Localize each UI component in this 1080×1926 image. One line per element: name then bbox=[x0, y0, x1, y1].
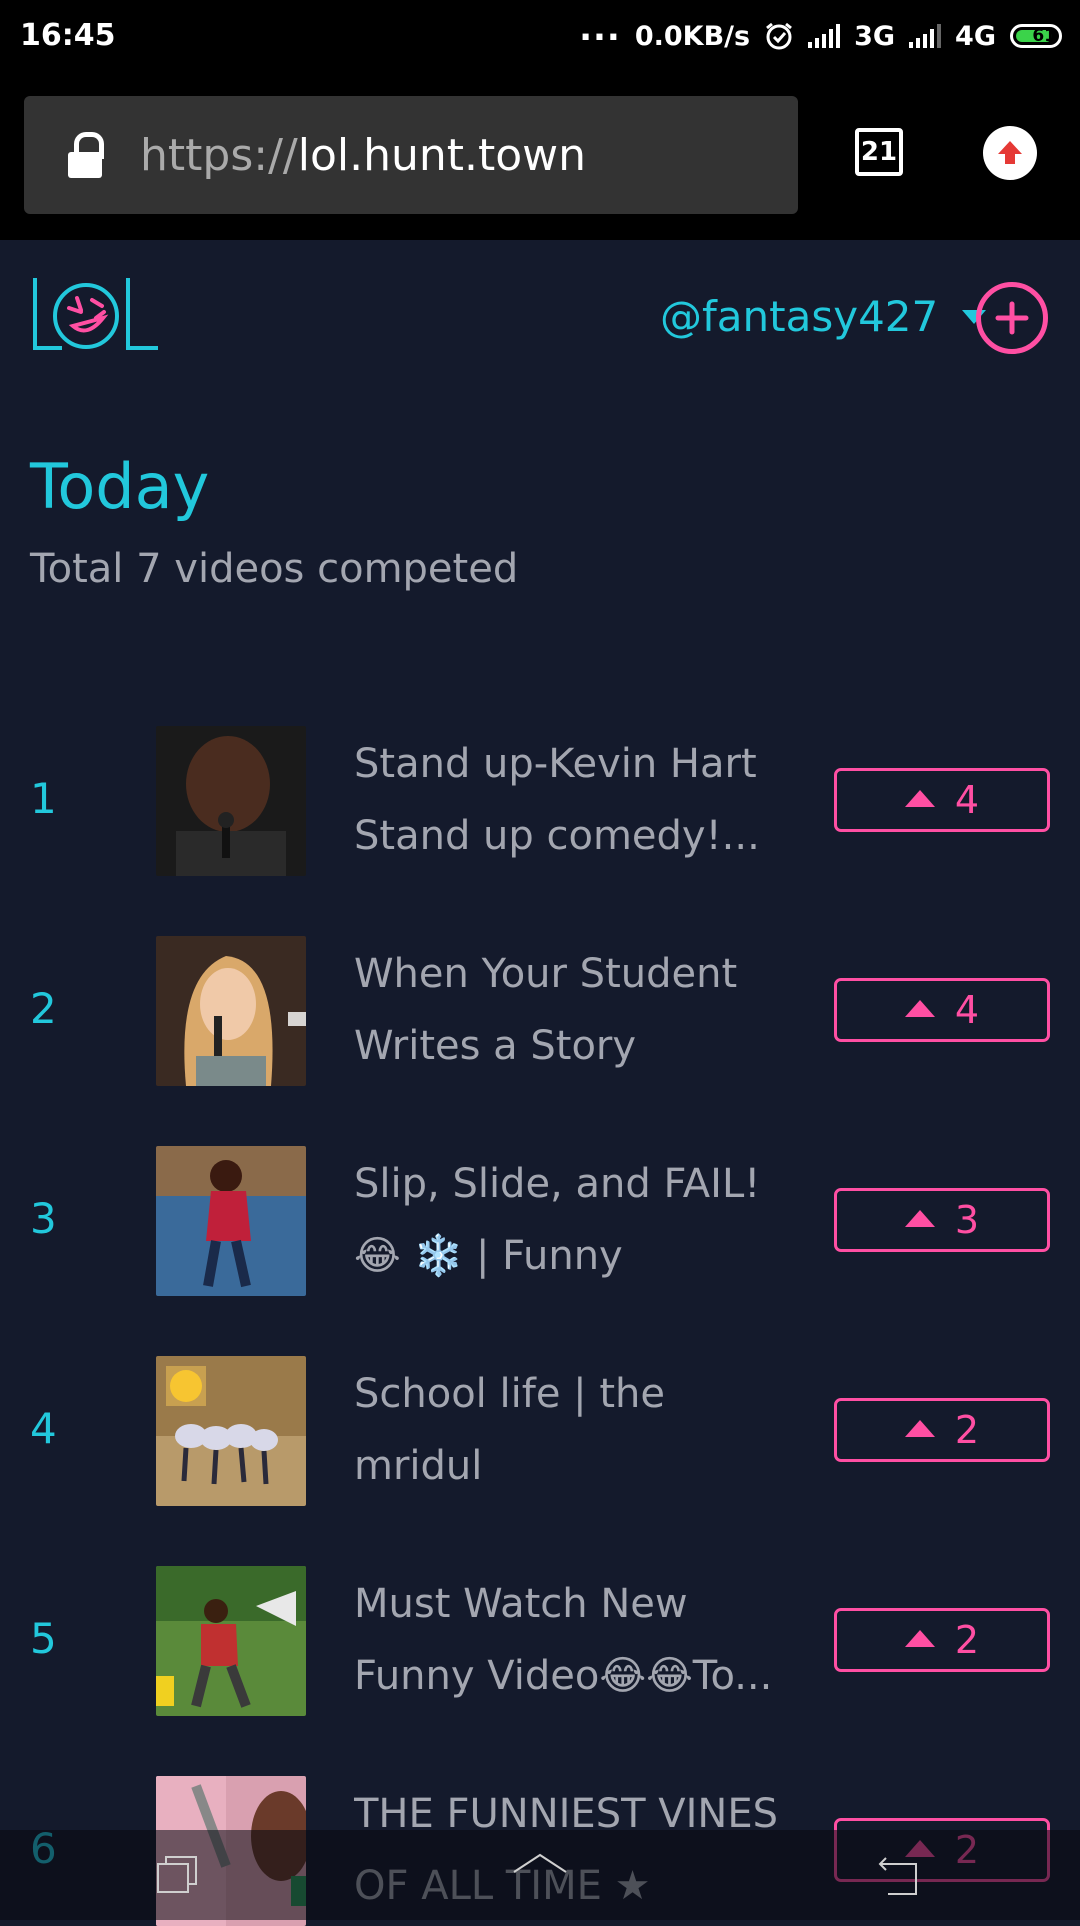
video-title[interactable]: When Your Student Writes a Story About..… bbox=[354, 938, 784, 1082]
page-title: Today bbox=[30, 450, 210, 523]
video-title[interactable]: School life | the mridul | pragati | nit… bbox=[354, 1358, 784, 1502]
triangle-up-icon bbox=[904, 789, 935, 807]
app-header: @fantasy427 bbox=[0, 240, 1080, 390]
video-thumbnail[interactable] bbox=[156, 726, 306, 876]
rank-number: 5 bbox=[30, 1614, 57, 1663]
triangle-up-icon bbox=[904, 999, 935, 1017]
back-icon[interactable] bbox=[876, 1854, 926, 1896]
battery-level: 61 bbox=[1032, 26, 1056, 46]
signal-icon-1 bbox=[808, 24, 841, 48]
triangle-up-icon bbox=[904, 1209, 935, 1227]
arrow-up-icon bbox=[998, 141, 1022, 164]
video-thumbnail[interactable] bbox=[156, 1356, 306, 1506]
recent-apps-icon[interactable] bbox=[156, 1854, 200, 1894]
rank-number: 2 bbox=[30, 984, 57, 1033]
network-type-1: 3G bbox=[854, 20, 896, 52]
list-item[interactable]: 5 Must Watch New Funny Video😂😂To... 2 bbox=[0, 1566, 1080, 1716]
video-thumbnail[interactable] bbox=[156, 1146, 306, 1296]
list-item[interactable]: 4 School life | the mridul | pragati | n… bbox=[0, 1356, 1080, 1506]
network-type-2: 4G bbox=[955, 20, 996, 52]
triangle-up-icon bbox=[904, 1419, 935, 1437]
page-subtitle: Total 7 videos competed bbox=[30, 546, 519, 592]
address-bar[interactable]: https://lol.hunt.town bbox=[24, 96, 798, 214]
status-indicators: ... 0.0KB/s 3G 4G 61 bbox=[579, 9, 1062, 56]
user-menu[interactable]: @fantasy427 bbox=[660, 292, 987, 341]
url-scheme: https:// bbox=[140, 129, 298, 181]
browser-toolbar: https://lol.hunt.town 21 bbox=[0, 72, 1080, 240]
upvote-button[interactable]: 2 bbox=[834, 1608, 1050, 1672]
status-time: 16:45 bbox=[20, 18, 116, 53]
status-bar: 16:45 ... 0.0KB/s 3G 4G 61 bbox=[0, 0, 1080, 72]
triangle-up-icon bbox=[904, 1629, 935, 1647]
notification-dots: ... bbox=[579, 9, 621, 49]
url-host: lol.hunt.town bbox=[297, 129, 587, 181]
network-speed: 0.0KB/s bbox=[634, 20, 751, 52]
rank-number: 4 bbox=[30, 1404, 57, 1453]
video-thumbnail[interactable] bbox=[156, 936, 306, 1086]
battery-icon: 61 bbox=[1010, 24, 1062, 48]
update-button[interactable] bbox=[983, 126, 1037, 180]
vote-count: 4 bbox=[954, 778, 980, 822]
video-thumbnail[interactable] bbox=[156, 1566, 306, 1716]
video-title[interactable]: Must Watch New Funny Video😂😂To... bbox=[354, 1568, 784, 1712]
rank-number: 3 bbox=[30, 1194, 57, 1243]
upvote-button[interactable]: 4 bbox=[834, 978, 1050, 1042]
system-nav-bar bbox=[0, 1830, 1080, 1920]
upvote-button[interactable]: 4 bbox=[834, 768, 1050, 832]
list-item[interactable]: 2 When Your Student Writes a Story About… bbox=[0, 936, 1080, 1086]
add-video-button[interactable] bbox=[976, 282, 1048, 354]
upvote-button[interactable]: 2 bbox=[834, 1398, 1050, 1462]
username: @fantasy427 bbox=[660, 292, 939, 341]
plus-icon bbox=[995, 301, 1029, 335]
vote-count: 4 bbox=[954, 988, 980, 1032]
upvote-button[interactable]: 3 bbox=[834, 1188, 1050, 1252]
list-item[interactable]: 3 Slip, Slide, and FAIL! 😂 ❄️ | Funny Vi… bbox=[0, 1146, 1080, 1296]
vote-count: 3 bbox=[954, 1198, 980, 1242]
tab-count-button[interactable]: 21 bbox=[855, 128, 903, 176]
video-title[interactable]: Stand up-Kevin Hart Stand up comedy!... bbox=[354, 728, 784, 872]
alarm-clock-icon bbox=[766, 22, 793, 50]
vote-count: 2 bbox=[954, 1618, 980, 1662]
home-icon[interactable] bbox=[510, 1852, 570, 1898]
rank-number: 1 bbox=[30, 774, 57, 823]
list-item[interactable]: 1 Stand up-Kevin Hart Stand up comedy!..… bbox=[0, 726, 1080, 876]
signal-icon-2 bbox=[909, 24, 942, 48]
video-title[interactable]: Slip, Slide, and FAIL! 😂 ❄️ | Funny Vide… bbox=[354, 1148, 784, 1292]
lock-icon bbox=[66, 132, 108, 178]
url-text[interactable]: https://lol.hunt.town bbox=[140, 130, 586, 181]
lol-logo[interactable] bbox=[32, 276, 160, 352]
vote-count: 2 bbox=[954, 1408, 980, 1452]
